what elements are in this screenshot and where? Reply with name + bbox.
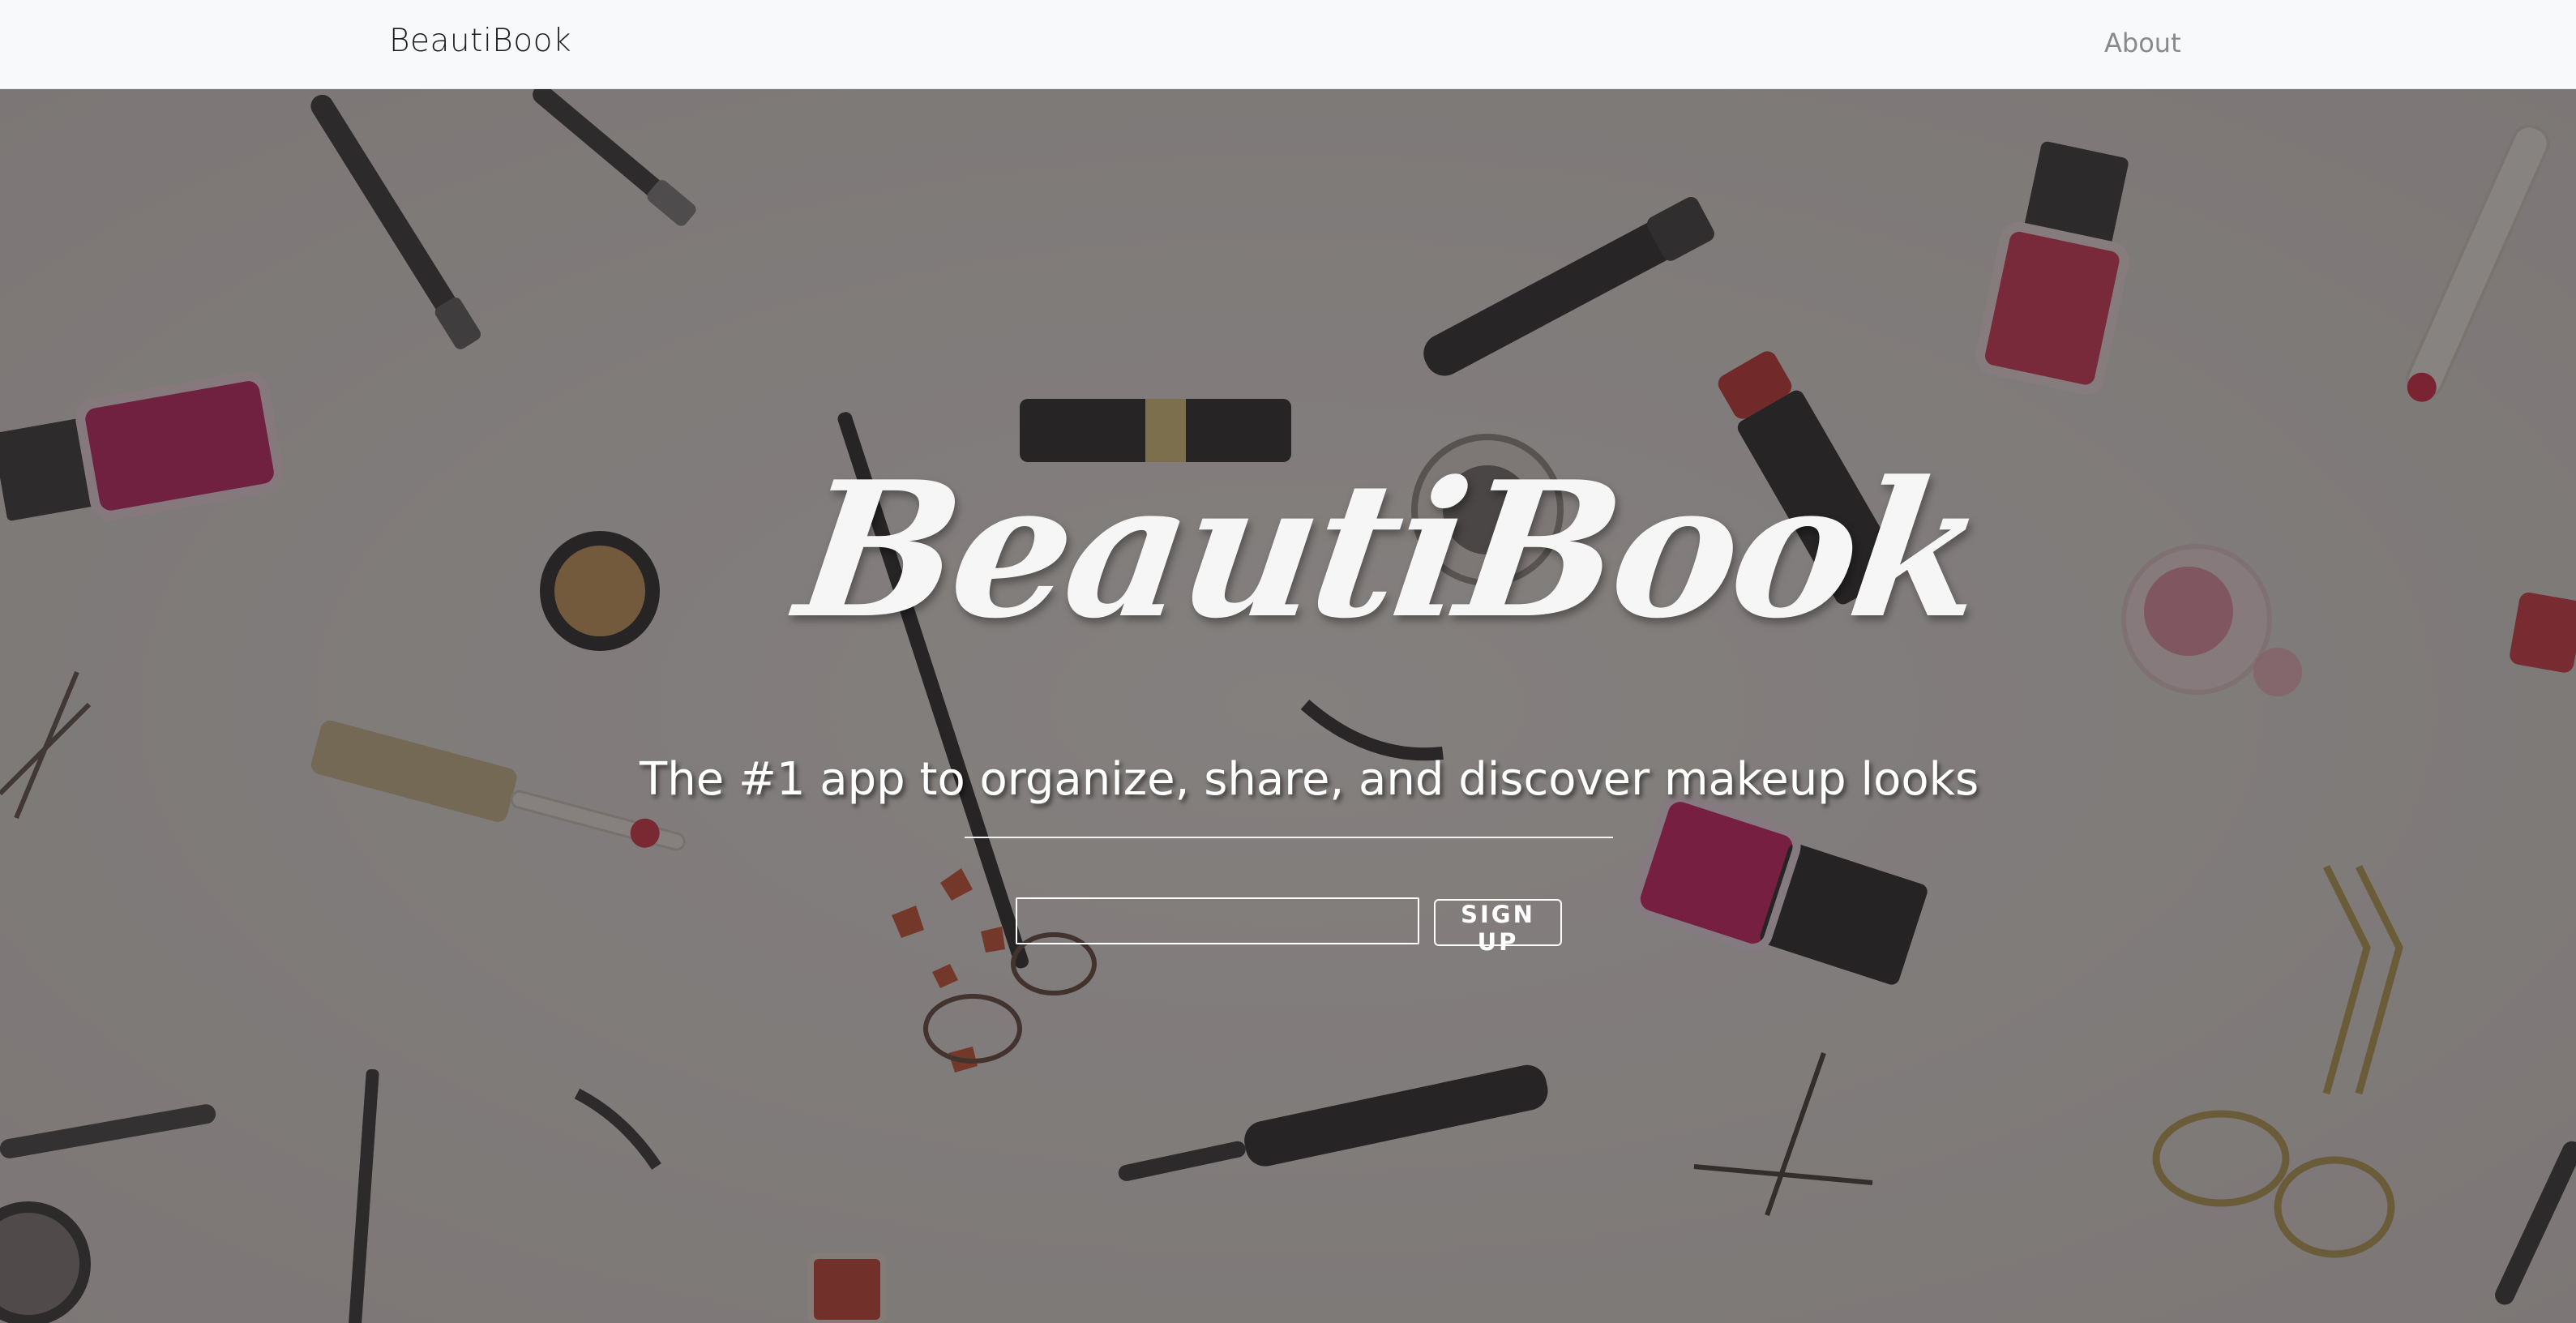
signup-button[interactable]: SIGN UP [1434, 899, 1562, 956]
tagline-divider [965, 837, 1613, 838]
hero-logo-title: BeautiBook [786, 441, 1994, 660]
nav-link-about[interactable]: About [2104, 28, 2181, 58]
top-navbar: BeautiBook About [0, 0, 2576, 89]
hero-section: BeautiBook The #1 app to organize, share… [0, 88, 2576, 1323]
hero-tagline: The #1 app to organize, share, and disco… [640, 753, 1979, 806]
hero-dark-overlay [0, 88, 2576, 1323]
signup-email-input[interactable] [1016, 897, 1419, 944]
navbar-brand[interactable]: BeautiBook [389, 23, 571, 59]
